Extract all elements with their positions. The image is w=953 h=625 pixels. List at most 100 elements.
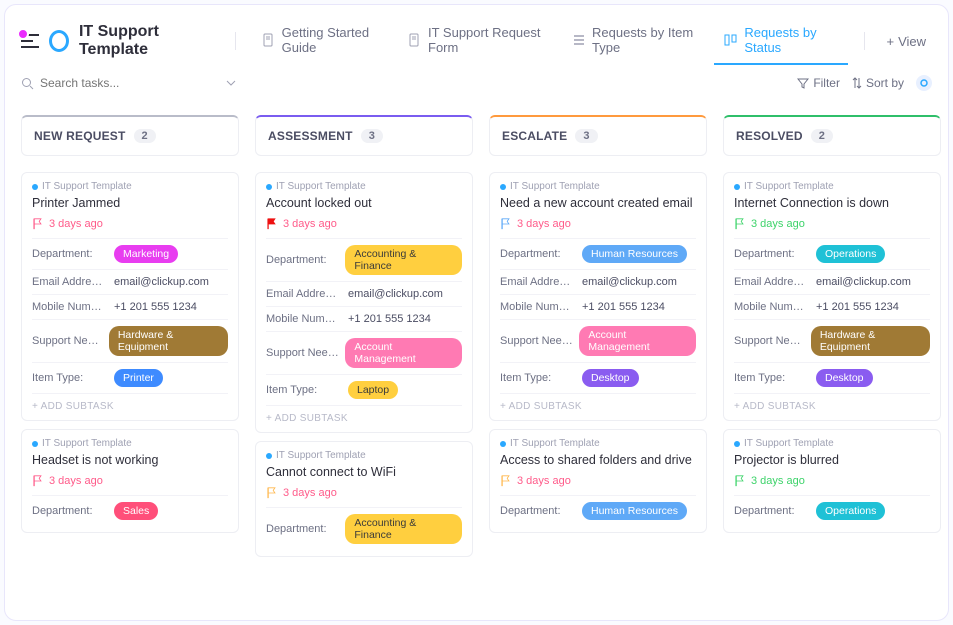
menu-icon[interactable] bbox=[21, 34, 39, 48]
task-age: 3 days ago bbox=[517, 218, 571, 230]
form-icon bbox=[408, 33, 422, 47]
field-email-label: Email Addre… bbox=[32, 276, 108, 288]
task-card[interactable]: IT Support Template Projector is blurred… bbox=[723, 429, 941, 533]
field-department-label: Department: bbox=[266, 523, 339, 535]
column-header[interactable]: ESCALATE 3 bbox=[489, 115, 707, 156]
field-mobile-value: +1 201 555 1234 bbox=[114, 301, 228, 313]
field-department-label: Department: bbox=[266, 254, 339, 266]
kanban-board: NEW REQUEST2 IT Support Template Printer… bbox=[21, 115, 932, 557]
doc-icon bbox=[262, 33, 276, 47]
task-title: Need a new account created email bbox=[500, 196, 696, 210]
tab-getting-started[interactable]: Getting Started Guide bbox=[252, 17, 396, 65]
task-title: Cannot connect to WiFi bbox=[266, 465, 462, 479]
column-count: 3 bbox=[575, 129, 597, 143]
project-label: IT Support Template bbox=[32, 181, 228, 192]
task-title: Access to shared folders and drive bbox=[500, 453, 696, 467]
task-age: 3 days ago bbox=[49, 218, 103, 230]
plus-icon: + bbox=[886, 34, 894, 49]
field-email-label: Email Addre… bbox=[734, 276, 810, 288]
column-name: NEW REQUEST bbox=[34, 129, 126, 143]
add-subtask-button[interactable]: + ADD SUBTASK bbox=[32, 393, 228, 414]
list-icon bbox=[572, 33, 586, 47]
field-itemtype-label: Item Type: bbox=[32, 372, 108, 384]
field-email-label: Email Addre… bbox=[266, 288, 342, 300]
tab-by-item-type[interactable]: Requests by Item Type bbox=[562, 17, 712, 65]
add-subtask-button[interactable]: + ADD SUBTASK bbox=[266, 405, 462, 426]
search-input[interactable] bbox=[40, 76, 180, 90]
field-email-value: email@clickup.com bbox=[348, 288, 462, 300]
flag-icon[interactable] bbox=[266, 487, 277, 499]
chevron-down-icon[interactable] bbox=[226, 80, 236, 86]
search-icon bbox=[21, 77, 34, 90]
field-email-label: Email Addre… bbox=[500, 276, 576, 288]
field-mobile-label: Mobile Num… bbox=[32, 301, 108, 313]
column-header[interactable]: ASSESSMENT3 bbox=[255, 115, 473, 156]
space-logo-icon bbox=[49, 30, 69, 52]
task-card[interactable]: IT Support Template Cannot connect to Wi… bbox=[255, 441, 473, 557]
project-label: IT Support Template bbox=[734, 438, 930, 449]
sort-button[interactable]: Sort by bbox=[852, 76, 904, 90]
task-card[interactable]: IT Support Template Access to shared fol… bbox=[489, 429, 707, 533]
project-label: IT Support Template bbox=[266, 181, 462, 192]
flag-icon[interactable] bbox=[32, 475, 43, 487]
flag-icon[interactable] bbox=[734, 475, 745, 487]
field-support-label: Support Nee… bbox=[734, 335, 805, 347]
field-email-value: email@clickup.com bbox=[816, 276, 930, 288]
task-title: Printer Jammed bbox=[32, 196, 228, 210]
task-card[interactable]: IT Support Template Printer Jammed 3 day… bbox=[21, 172, 239, 421]
task-age: 3 days ago bbox=[49, 475, 103, 487]
column-count: 2 bbox=[811, 129, 833, 143]
field-email-value: email@clickup.com bbox=[582, 276, 696, 288]
task-title: Projector is blurred bbox=[734, 453, 930, 467]
field-support-label: Support Nee… bbox=[500, 335, 573, 347]
task-card[interactable]: IT Support Template Account locked out 3… bbox=[255, 172, 473, 433]
field-department-label: Department: bbox=[734, 248, 810, 260]
task-title: Internet Connection is down bbox=[734, 196, 930, 210]
field-support-label: Support Nee… bbox=[266, 347, 339, 359]
add-view-button[interactable]: + View bbox=[880, 26, 932, 57]
tab-by-status[interactable]: Requests by Status bbox=[714, 17, 847, 65]
project-label: IT Support Template bbox=[266, 450, 462, 461]
field-itemtype-label: Item Type: bbox=[734, 372, 810, 384]
project-label: IT Support Template bbox=[500, 181, 696, 192]
column-name: RESOLVED bbox=[736, 129, 803, 143]
column-name: ESCALATE bbox=[502, 129, 567, 143]
field-department-label: Department: bbox=[32, 248, 108, 260]
field-department-label: Department: bbox=[500, 505, 576, 517]
field-department-label: Department: bbox=[500, 248, 576, 260]
field-mobile-value: +1 201 555 1234 bbox=[348, 313, 462, 325]
status-settings-icon[interactable] bbox=[916, 75, 932, 91]
flag-icon[interactable] bbox=[266, 218, 277, 230]
field-mobile-value: +1 201 555 1234 bbox=[816, 301, 930, 313]
view-tabs: Getting Started Guide IT Support Request… bbox=[252, 17, 848, 65]
field-mobile-value: +1 201 555 1234 bbox=[582, 301, 696, 313]
task-card[interactable]: IT Support Template Headset is not worki… bbox=[21, 429, 239, 533]
task-age: 3 days ago bbox=[751, 475, 805, 487]
filter-button[interactable]: Filter bbox=[797, 76, 840, 90]
field-itemtype-label: Item Type: bbox=[266, 384, 342, 396]
add-subtask-button[interactable]: + ADD SUBTASK bbox=[500, 393, 696, 414]
field-mobile-label: Mobile Num… bbox=[734, 301, 810, 313]
field-mobile-label: Mobile Num… bbox=[500, 301, 576, 313]
flag-icon[interactable] bbox=[500, 475, 511, 487]
task-title: Account locked out bbox=[266, 196, 462, 210]
flag-icon[interactable] bbox=[32, 218, 43, 230]
add-subtask-button[interactable]: + ADD SUBTASK bbox=[734, 393, 930, 414]
field-itemtype-label: Item Type: bbox=[500, 372, 576, 384]
task-card[interactable]: IT Support Template Internet Connection … bbox=[723, 172, 941, 421]
task-age: 3 days ago bbox=[517, 475, 571, 487]
project-label: IT Support Template bbox=[734, 181, 930, 192]
flag-icon[interactable] bbox=[500, 218, 511, 230]
field-support-label: Support Nee… bbox=[32, 335, 103, 347]
task-title: Headset is not working bbox=[32, 453, 228, 467]
task-card[interactable]: IT Support Template Need a new account c… bbox=[489, 172, 707, 421]
flag-icon[interactable] bbox=[734, 218, 745, 230]
task-age: 3 days ago bbox=[283, 487, 337, 499]
column-header[interactable]: RESOLVED 2 bbox=[723, 115, 941, 156]
tab-request-form[interactable]: IT Support Request Form bbox=[398, 17, 560, 65]
project-label: IT Support Template bbox=[500, 438, 696, 449]
field-department-label: Department: bbox=[734, 505, 810, 517]
column-header[interactable]: NEW REQUEST2 bbox=[21, 115, 239, 156]
project-label: IT Support Template bbox=[32, 438, 228, 449]
topbar: IT Support Template Getting Started Guid… bbox=[21, 19, 932, 63]
